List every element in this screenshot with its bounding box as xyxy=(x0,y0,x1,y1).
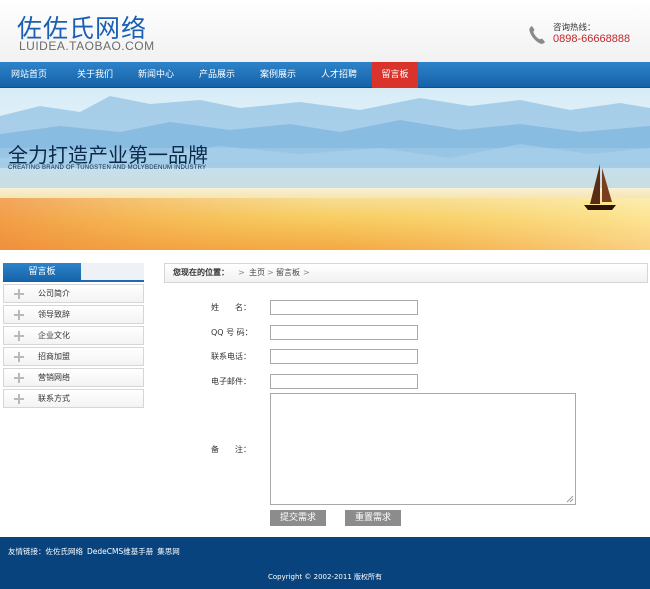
friend-link[interactable]: DedeCMS维基手册 xyxy=(87,547,153,556)
plus-icon xyxy=(14,394,24,404)
name-field[interactable] xyxy=(270,300,418,315)
sidebar-item-label: 领导致辞 xyxy=(38,310,70,319)
logo-english[interactable]: LUIDEA.TAOBAO.COM xyxy=(19,39,155,53)
resize-handle-icon[interactable] xyxy=(566,495,574,503)
hotline-number: 0898-66668888 xyxy=(553,33,631,45)
email-field[interactable] xyxy=(270,374,418,389)
name-label: 姓 名： xyxy=(211,303,251,312)
nav-item-products[interactable]: 产品展示 xyxy=(188,62,246,88)
sidebar-header: 留言板 xyxy=(3,263,144,282)
phone-icon xyxy=(529,26,545,44)
phone-field[interactable] xyxy=(270,349,418,364)
copyright: Copyright © 2002-2011 版权所有 xyxy=(267,573,383,581)
nav-item-jobs[interactable]: 人才招聘 xyxy=(310,62,368,88)
hero-banner: 全力打造产业第一品牌 CREATING BRAND OF TUNGSTEN AN… xyxy=(0,88,650,250)
phone-label: 联系电话： xyxy=(211,352,251,361)
breadcrumb-separator: > xyxy=(303,268,310,277)
nav-item-cases[interactable]: 案例展示 xyxy=(249,62,307,88)
reset-button[interactable]: 重置需求 xyxy=(345,510,401,526)
sidebar-item-sales-network[interactable]: 营销网络 xyxy=(3,368,144,387)
main-nav: 网站首页 关于我们 新闻中心 产品展示 案例展示 人才招聘 留言板 xyxy=(0,62,650,88)
submit-button[interactable]: 提交需求 xyxy=(270,510,326,526)
sidebar-item-company-intro[interactable]: 公司简介 xyxy=(3,284,144,303)
breadcrumb-separator: > xyxy=(238,268,245,277)
plus-icon xyxy=(14,331,24,341)
plus-icon xyxy=(14,310,24,320)
qq-field[interactable] xyxy=(270,325,418,340)
qq-label: QQ 号 码： xyxy=(211,328,253,337)
plus-icon xyxy=(14,289,24,299)
sidebar-item-label: 营销网络 xyxy=(38,373,70,382)
sidebar: 留言板 公司简介 领导致辞 企业文化 招商加盟 营销网络 联系方式 xyxy=(3,263,144,408)
breadcrumb-separator: > xyxy=(267,268,274,277)
site-footer: 友情链接：佐佐氏网络 DedeCMS维基手册 集思网 Copyright © 200… xyxy=(0,537,650,589)
nav-item-about[interactable]: 关于我们 xyxy=(66,62,124,88)
sidebar-item-culture[interactable]: 企业文化 xyxy=(3,326,144,345)
friend-link[interactable]: 佐佐氏网络 xyxy=(46,547,84,556)
email-label: 电子邮件： xyxy=(211,377,251,386)
breadcrumb: 您现在的位置： > 主页 > 留言板 > xyxy=(164,263,648,283)
friend-links-label: 友情链接： xyxy=(8,547,46,556)
nav-item-guestbook[interactable]: 留言板 xyxy=(372,62,418,88)
sidebar-item-label: 招商加盟 xyxy=(38,352,70,361)
notes-label: 备 注： xyxy=(211,445,251,454)
breadcrumb-guestbook-link[interactable]: 留言板 xyxy=(276,264,300,282)
plus-icon xyxy=(14,352,24,362)
site-header: 佐佐氏网络 LUIDEA.TAOBAO.COM 咨询热线： 0898-66668… xyxy=(0,0,650,62)
nav-item-news[interactable]: 新闻中心 xyxy=(127,62,185,88)
nav-item-home[interactable]: 网站首页 xyxy=(0,62,58,88)
sidebar-item-label: 企业文化 xyxy=(38,331,70,340)
friend-links: 友情链接：佐佐氏网络 DedeCMS维基手册 集思网 xyxy=(8,546,184,557)
sidebar-item-franchise[interactable]: 招商加盟 xyxy=(3,347,144,366)
plus-icon xyxy=(14,373,24,383)
breadcrumb-lead: 您现在的位置： xyxy=(173,268,229,277)
breadcrumb-home-link[interactable]: 主页 xyxy=(249,264,265,282)
banner-subtitle: CREATING BRAND OF TUNGSTEN AND MOLYBDENU… xyxy=(8,165,207,171)
friend-link[interactable]: 集思网 xyxy=(157,547,180,556)
sidebar-item-contact[interactable]: 联系方式 xyxy=(3,389,144,408)
sidebar-item-leader-message[interactable]: 领导致辞 xyxy=(3,305,144,324)
sidebar-item-label: 公司简介 xyxy=(38,289,70,298)
hotline-label: 咨询热线： xyxy=(553,23,596,33)
notes-textarea[interactable] xyxy=(270,393,576,505)
sidebar-item-label: 联系方式 xyxy=(38,394,70,403)
banner-title: 全力打造产业第一品牌 xyxy=(8,143,208,167)
sidebar-title: 留言板 xyxy=(3,263,81,282)
